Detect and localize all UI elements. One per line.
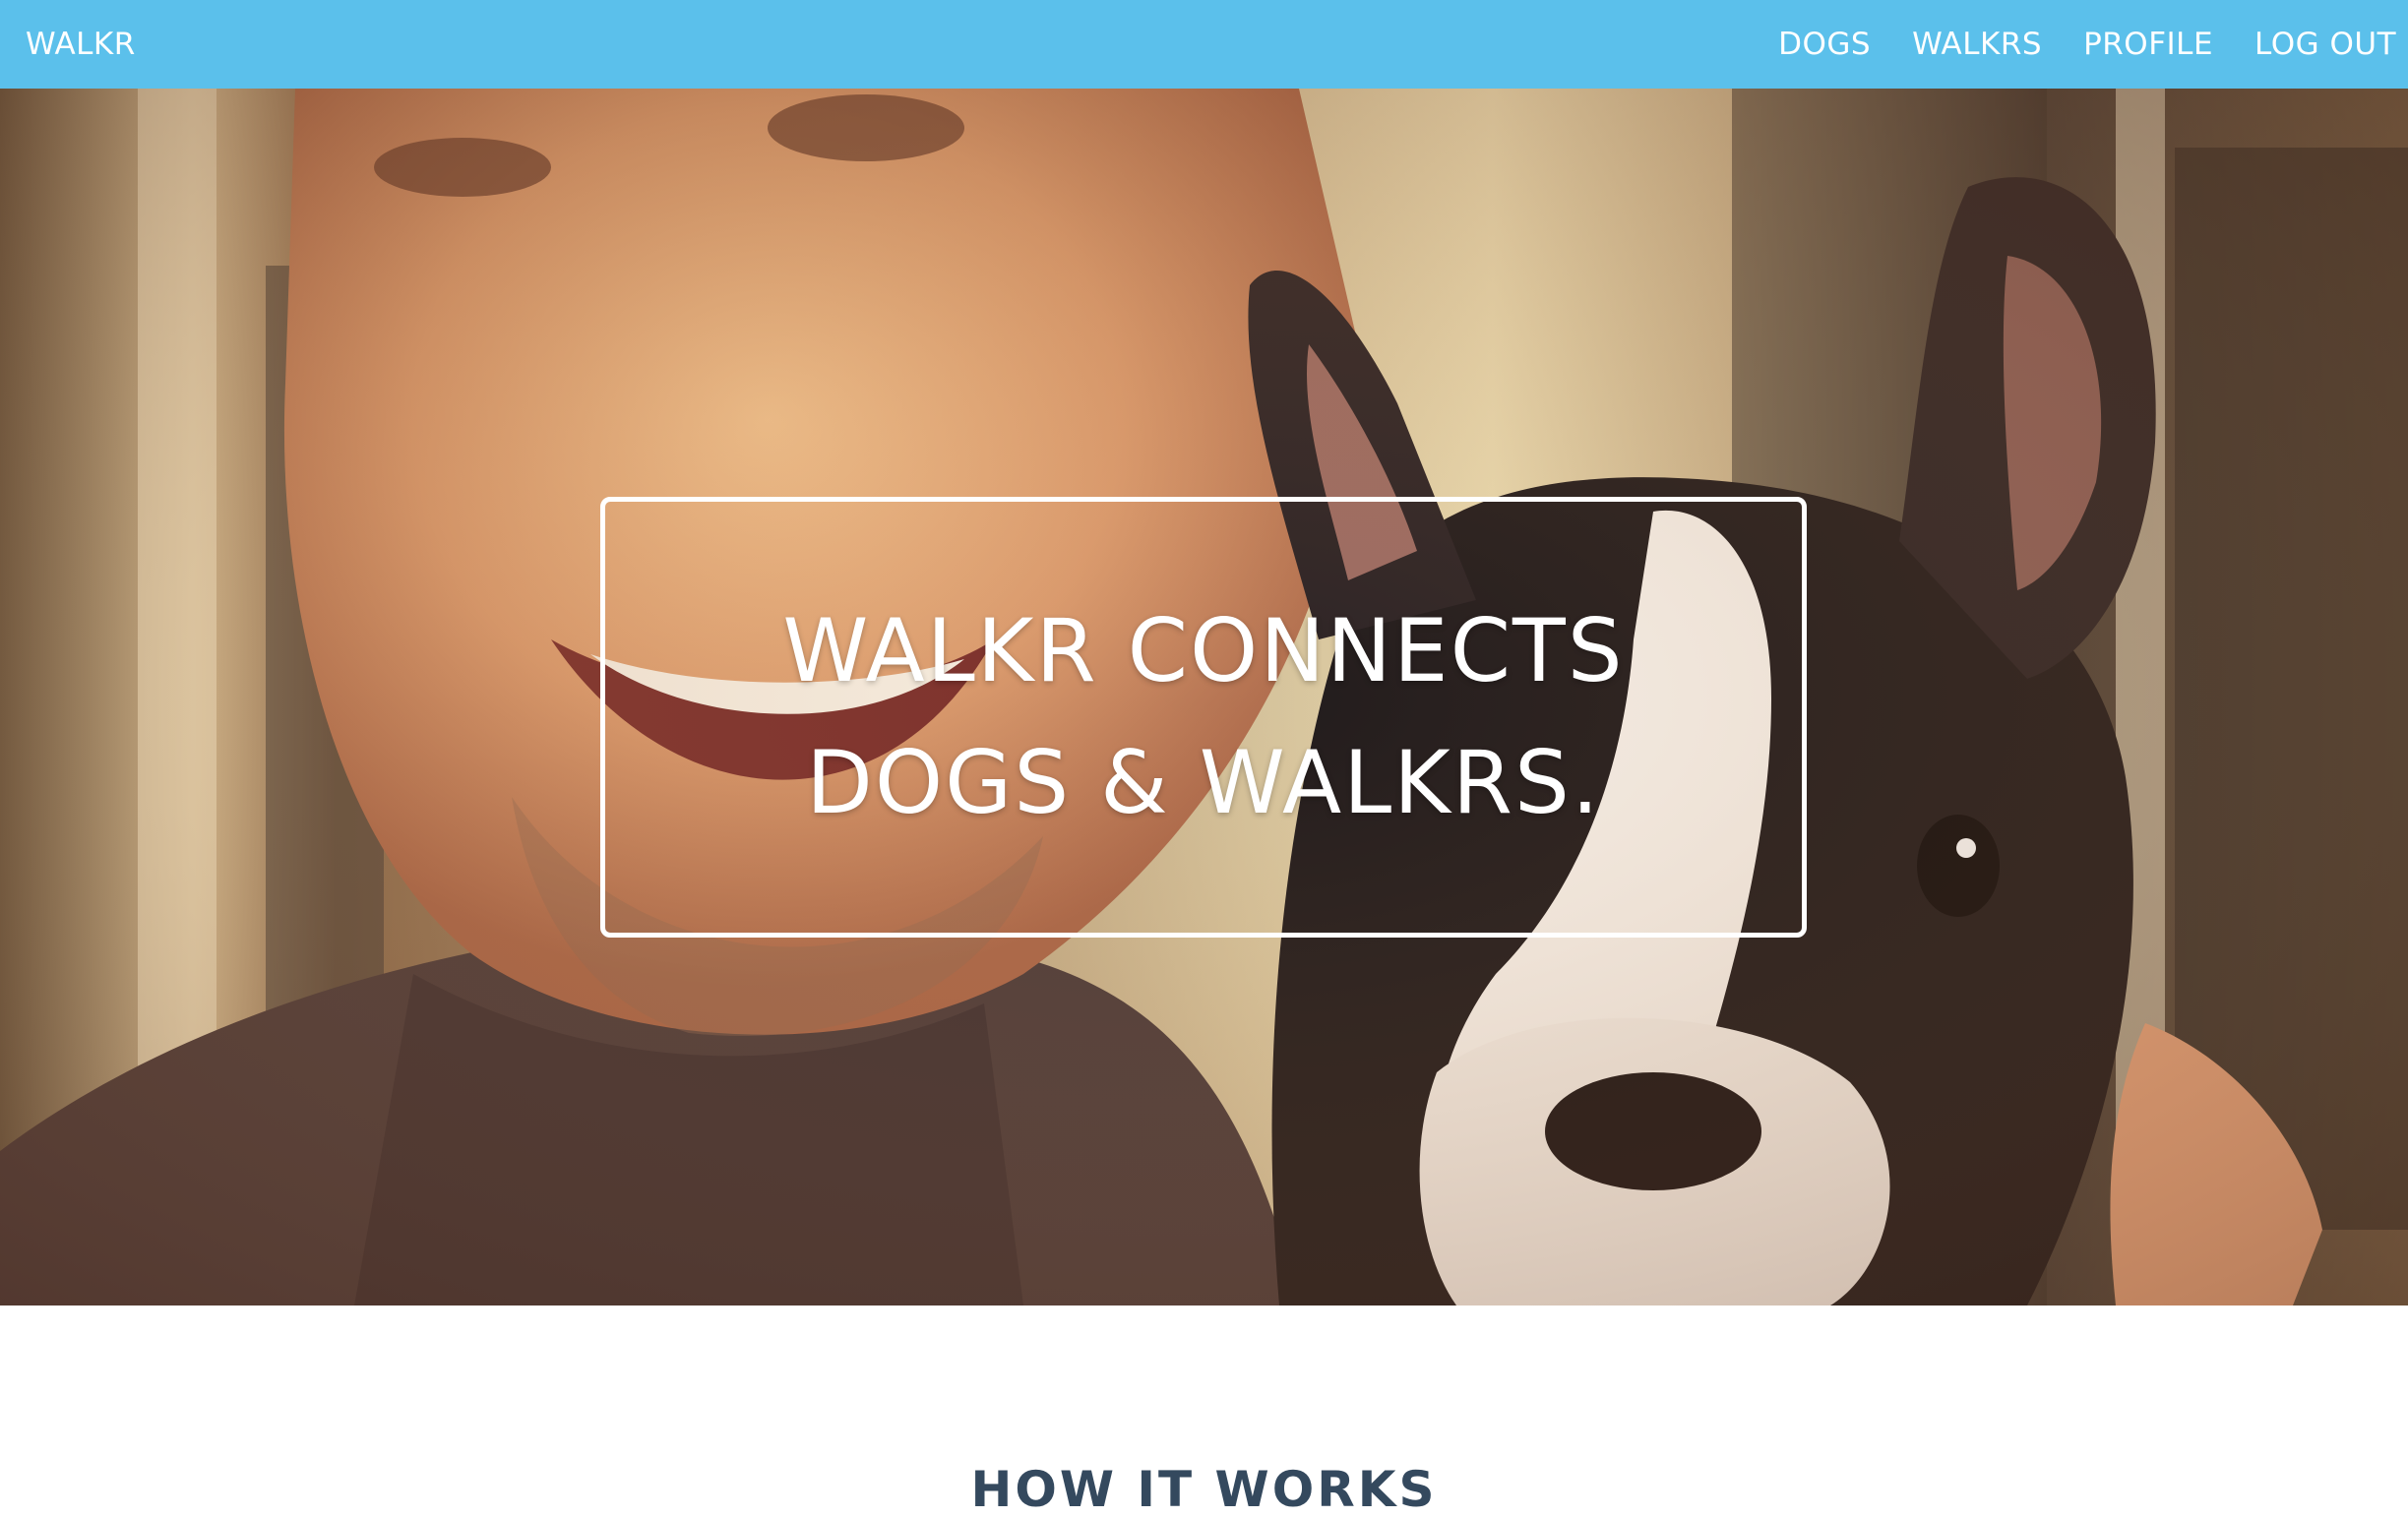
hero-banner: WALKR CONNECTS DOGS & WALKRS. bbox=[0, 89, 2408, 1305]
nav-link-walkrs[interactable]: WALKRS bbox=[1912, 27, 2042, 62]
brand-logo-link[interactable]: WALKR bbox=[26, 27, 136, 62]
nav-link-log-out[interactable]: LOG OUT bbox=[2254, 27, 2396, 62]
hero-tagline-line-1: WALKR CONNECTS bbox=[782, 600, 1625, 701]
hero-tagline-line-2: DOGS & WALKRS. bbox=[806, 732, 1601, 833]
nav-link-profile[interactable]: PROFILE bbox=[2083, 27, 2213, 62]
top-navbar: WALKR DOGS WALKRS PROFILE LOG OUT bbox=[0, 0, 2408, 89]
hero-tagline-box: WALKR CONNECTS DOGS & WALKRS. bbox=[600, 497, 1807, 938]
nav-link-dogs[interactable]: DOGS bbox=[1778, 27, 1871, 62]
nav-links: DOGS WALKRS PROFILE LOG OUT bbox=[1778, 27, 2396, 62]
how-it-works-heading: HOW IT WORKS bbox=[970, 1461, 1438, 1518]
